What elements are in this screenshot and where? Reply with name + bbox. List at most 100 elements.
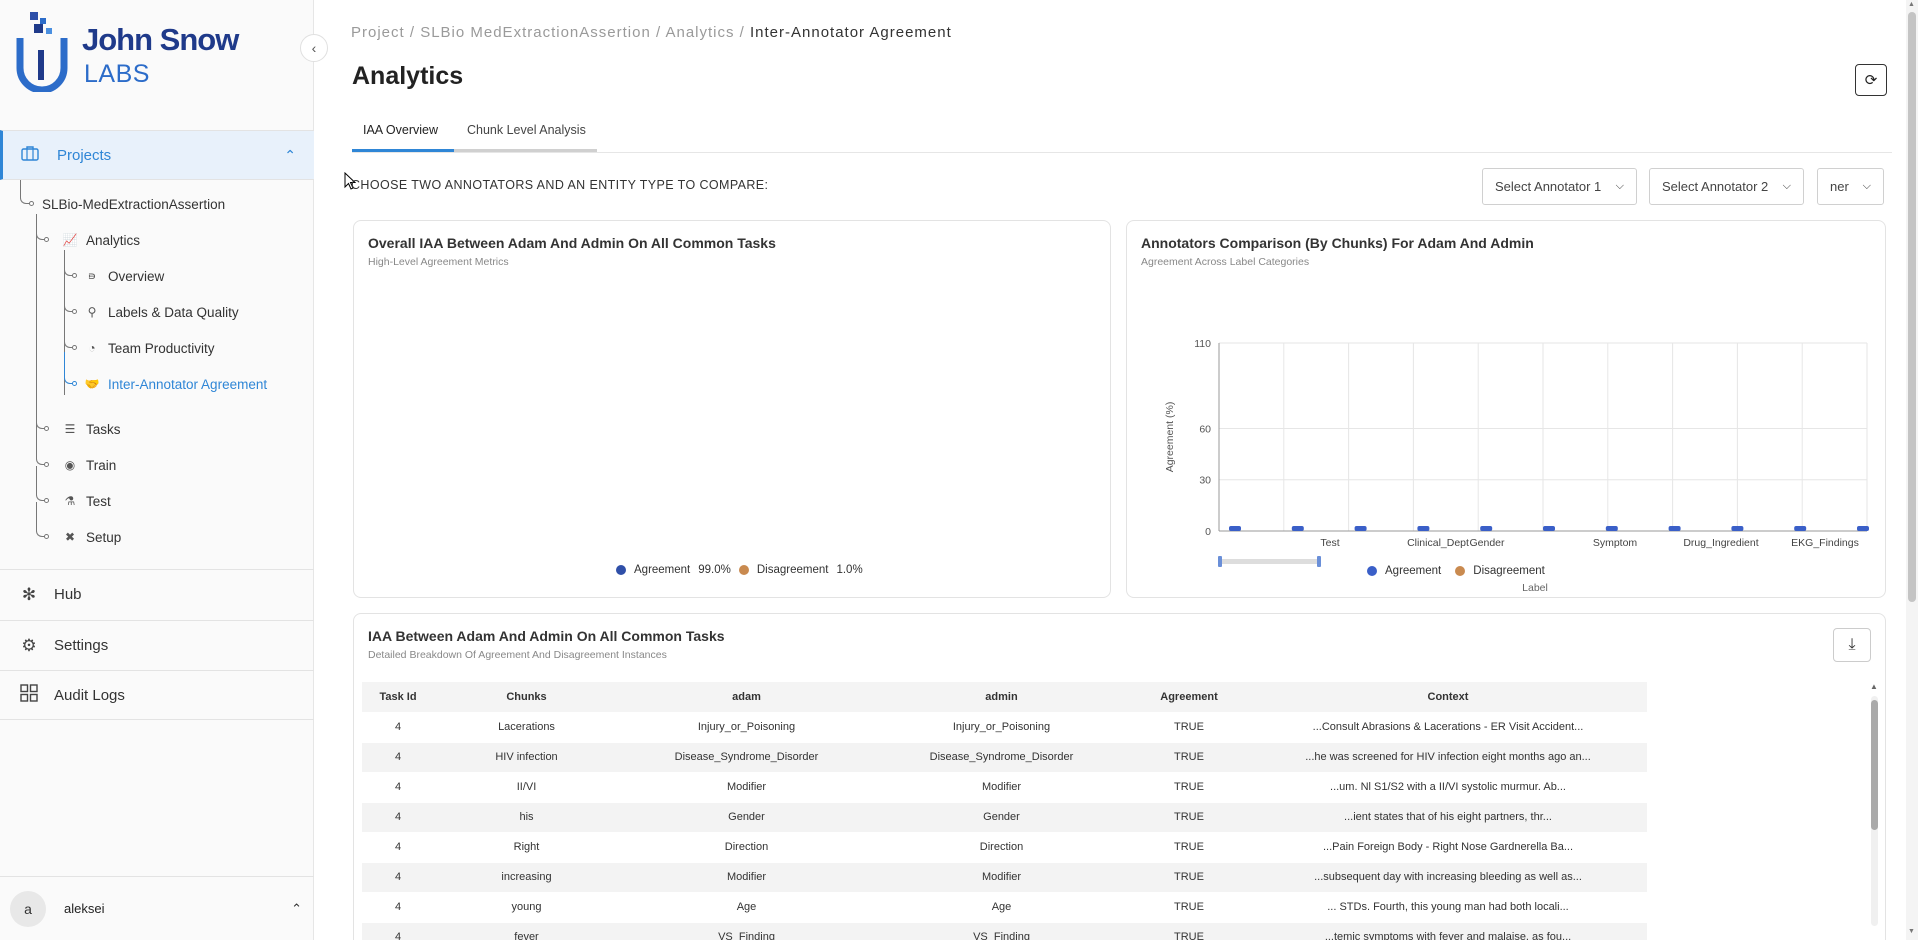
nav-audit-logs-label: Audit Logs xyxy=(54,686,125,704)
bar-agreement xyxy=(1354,526,1367,531)
sidebar-item-setup[interactable]: ✖ Setup xyxy=(62,527,121,547)
tree-node xyxy=(29,201,34,206)
collapse-sidebar-button[interactable]: ‹ xyxy=(300,34,328,62)
sidebar-item-inter-annotator-agreement[interactable]: 🤝 Inter-Annotator Agreement xyxy=(84,374,268,394)
column-header-context[interactable]: Context xyxy=(1249,682,1647,712)
tree-item-analytics[interactable]: 📈 Analytics xyxy=(62,230,141,250)
sidebar-item-train[interactable]: ◉ Train xyxy=(62,455,117,475)
table-row[interactable]: 4 young Age Age TRUE ... STDs. Fourth, t… xyxy=(362,891,1647,922)
bar-agreement xyxy=(1291,526,1304,531)
john-snow-labs-logo[interactable]: John Snow LABS xyxy=(16,10,256,92)
cell-adam: Injury_or_Poisoning xyxy=(619,711,874,742)
sidebar-item-overview[interactable]: ⋼ Overview xyxy=(84,266,165,286)
tab-chunk-level-analysis[interactable]: Chunk Level Analysis xyxy=(467,119,586,153)
bulb-icon: ⚲ xyxy=(87,305,97,319)
cell-chunk: his xyxy=(434,801,619,832)
nav-projects[interactable]: Projects ⌃ xyxy=(0,130,314,180)
tree-connector xyxy=(36,466,46,501)
chevron-down-icon: ⌵ xyxy=(1782,180,1791,192)
table-row[interactable]: 4 Right Direction Direction TRUE ...Pain… xyxy=(362,831,1647,862)
cell-chunk: young xyxy=(434,891,619,922)
download-icon: ⤓ xyxy=(1848,636,1856,653)
zoom-slider-track xyxy=(1219,559,1319,564)
page-scrollbar[interactable]: ▲ ▼ xyxy=(1906,0,1918,940)
breadcrumb-project[interactable]: Project / xyxy=(351,24,420,41)
cell-admin: Disease_Syndrome_Disorder xyxy=(874,741,1129,772)
scroll-thumb[interactable] xyxy=(1871,700,1878,830)
tree-item-project[interactable]: SLBio-MedExtractionAssertion xyxy=(42,194,225,214)
bar-agreement xyxy=(1480,526,1493,531)
column-header-admin[interactable]: admin xyxy=(874,682,1129,712)
logo-mark-icon xyxy=(16,12,68,92)
scroll-up-icon[interactable]: ▲ xyxy=(1908,1,1915,8)
tools-icon: ✖ xyxy=(64,530,76,544)
iaa-table: Task Id Chunks adam admin Agreement Cont… xyxy=(362,682,1647,940)
column-header-chunks[interactable]: Chunks xyxy=(434,682,619,712)
legend-label: Agreement xyxy=(1385,565,1442,577)
cell-adam: Age xyxy=(619,891,874,922)
tree-node xyxy=(72,345,77,350)
bar-chart-icon: ⋼ xyxy=(87,269,97,283)
bar-agreement xyxy=(1229,526,1241,531)
y-axis-label: Agreement (%) xyxy=(1164,402,1176,473)
entity-type-select[interactable]: ner ⌵ xyxy=(1817,168,1884,205)
table-row[interactable]: 4 fever VS_Finding VS_Finding TRUE ...te… xyxy=(362,921,1647,940)
bar-agreement xyxy=(1731,526,1744,531)
card-subtitle: High-Level Agreement Metrics xyxy=(368,256,509,268)
chevron-up-icon[interactable]: ⌃ xyxy=(284,147,296,164)
annotator-2-select[interactable]: Select Annotator 2 ⌵ xyxy=(1649,168,1804,205)
card-title: Overall IAA Between Adam And Admin On Al… xyxy=(368,235,776,251)
refresh-icon: ⟳ xyxy=(1864,72,1878,89)
legend-label: Disagreement xyxy=(756,564,829,576)
table-row[interactable]: 4 Lacerations Injury_or_Poisoning Injury… xyxy=(362,711,1647,742)
breadcrumb-analytics[interactable]: Analytics / xyxy=(665,24,750,41)
nav-settings[interactable]: ⚙ Settings xyxy=(0,620,314,670)
page-scroll-thumb[interactable] xyxy=(1908,12,1916,602)
cell-context: ...ient states that of his eight partner… xyxy=(1249,801,1647,832)
tree-connector xyxy=(36,430,46,465)
y-tick-label: 60 xyxy=(1199,423,1211,435)
table-row[interactable]: 4 II/VI Modifier Modifier TRUE ...um. Nl… xyxy=(362,771,1647,802)
annotator-2-value: Select Annotator 2 xyxy=(1662,179,1769,194)
y-tick-label: 0 xyxy=(1205,526,1211,538)
download-button[interactable]: ⤓ xyxy=(1833,628,1871,662)
tab-iaa-overview[interactable]: IAA Overview xyxy=(363,119,438,153)
sidebar-item-tasks[interactable]: ☰ Tasks xyxy=(62,419,121,439)
comparison-bar-chart: 0 30 60 110 Test Clinical_Dept Gender Symptom Dr… xyxy=(1164,338,1869,591)
breadcrumb-project-name[interactable]: SLBio MedExtractionAssertion / xyxy=(420,24,665,41)
annotator-1-select[interactable]: Select Annotator 1 ⌵ xyxy=(1482,168,1637,205)
x-axis-label: Label xyxy=(1522,582,1548,591)
flask-icon: ⚗ xyxy=(64,494,76,508)
table-row[interactable]: 4 HIV infection Disease_Syndrome_Disorde… xyxy=(362,741,1647,772)
scroll-up-icon[interactable]: ▲ xyxy=(1870,682,1878,691)
cell-chunk: fever xyxy=(434,921,619,940)
cell-agreement: TRUE xyxy=(1129,921,1249,940)
nav-audit-logs[interactable]: Audit Logs xyxy=(0,670,314,720)
cell-agreement: TRUE xyxy=(1129,891,1249,922)
tab-bar: IAA Overview Chunk Level Analysis xyxy=(352,119,1892,153)
refresh-button[interactable]: ⟳ xyxy=(1855,64,1887,96)
nav-hub[interactable]: ✻ Hub xyxy=(0,569,314,619)
column-header-adam[interactable]: adam xyxy=(619,682,874,712)
sidebar-item-label: Labels & Data Quality xyxy=(108,304,239,320)
cell-task-id: 4 xyxy=(362,921,434,940)
table-scrollbar[interactable]: ▲ xyxy=(1869,682,1879,940)
cell-chunk: Right xyxy=(434,831,619,862)
scroll-down-icon[interactable]: ▼ xyxy=(1908,928,1915,935)
iaa-table-card: IAA Between Adam And Admin On All Common… xyxy=(353,613,1886,940)
table-row[interactable]: 4 increasing Modifier Modifier TRUE ...s… xyxy=(362,861,1647,892)
table-row[interactable]: 4 his Gender Gender TRUE ...ient states … xyxy=(362,801,1647,832)
cell-task-id: 4 xyxy=(362,741,434,772)
legend-value: 99.0% xyxy=(698,564,731,576)
breadcrumb-current: Inter-Annotator Agreement xyxy=(750,24,952,41)
column-header-task-id[interactable]: Task Id xyxy=(362,682,434,712)
sidebar-item-test[interactable]: ⚗ Test xyxy=(62,491,111,511)
cell-admin: Modifier xyxy=(874,861,1129,892)
cell-task-id: 4 xyxy=(362,711,434,742)
cell-adam: Modifier xyxy=(619,771,874,802)
chevron-up-icon[interactable]: ⌃ xyxy=(291,901,302,917)
sidebar-item-team-productivity[interactable]: ◔ Team Productivity xyxy=(84,338,214,358)
user-menu[interactable]: a aleksei ⌃ xyxy=(0,876,314,940)
sidebar-item-labels-data-quality[interactable]: ⚲ Labels & Data Quality xyxy=(84,302,239,322)
column-header-agreement[interactable]: Agreement xyxy=(1129,682,1249,712)
